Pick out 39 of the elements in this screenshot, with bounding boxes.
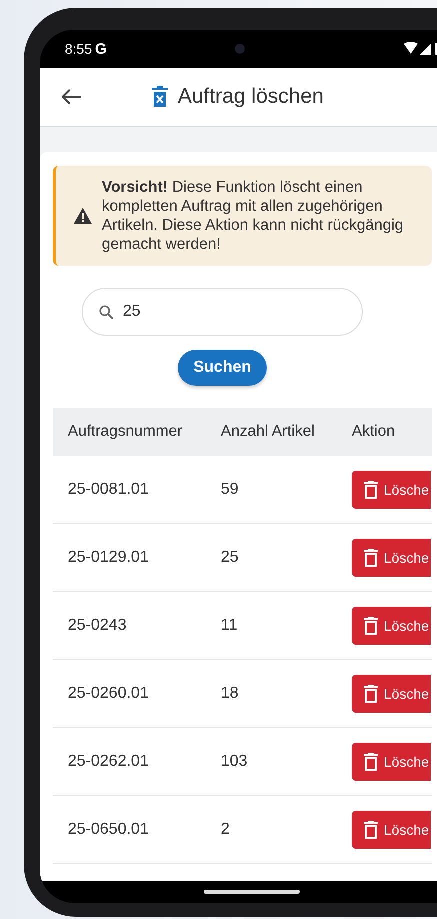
table-cell: 25-0260.01: [53, 660, 206, 728]
table-cell: 25-0081.01: [53, 456, 206, 524]
trash-icon: [364, 616, 378, 634]
camera-icon: [235, 44, 245, 54]
delete-button[interactable]: Lösche: [352, 674, 432, 712]
trash-icon: [364, 548, 378, 566]
table-cell: 18: [206, 660, 337, 728]
status-icons: [404, 42, 437, 56]
trash-icon: [364, 480, 378, 498]
table-cell: 11: [206, 592, 337, 660]
delete-button[interactable]: Lösche: [352, 742, 432, 780]
warning-text: Vorsicht! Diese Funktion löscht einen kompletten Auftrag mit allen zugehörigen Artikeln. Diese Aktion kann nicht rückgängig gemacht werden!: [102, 178, 405, 254]
search-icon: [99, 305, 114, 320]
table-cell: 25: [206, 524, 337, 592]
trash-icon: [364, 684, 378, 702]
table-cell: 25-0262.01: [53, 728, 206, 796]
back-icon[interactable]: [62, 89, 82, 105]
column-header: Anzahl Artikel: [206, 408, 337, 456]
column-header: Aktion: [337, 408, 432, 456]
column-header: Auftragsnummer: [53, 408, 206, 456]
trash-icon: [364, 752, 378, 770]
page-title: Auftrag löschen: [178, 85, 324, 109]
delete-button[interactable]: Lösche: [352, 810, 432, 848]
table-cell: 2: [206, 796, 337, 864]
table-cell: 59: [206, 456, 337, 524]
status-letter: G: [95, 40, 107, 58]
table-cell: 25-0129.01: [53, 524, 206, 592]
search-field[interactable]: 25: [82, 288, 363, 336]
table-cell: 25-0650.01: [53, 796, 206, 864]
delete-button[interactable]: Lösche: [352, 606, 432, 644]
trash-icon: [364, 820, 378, 838]
delete-button[interactable]: Lösche: [352, 470, 432, 508]
status-time: 8:55: [65, 41, 92, 57]
trash-icon: [152, 86, 168, 108]
warning-icon: [74, 208, 92, 224]
table-cell: 25-0243: [53, 592, 206, 660]
table-cell: 103: [206, 728, 337, 796]
search-button[interactable]: Suchen: [178, 350, 268, 386]
delete-button[interactable]: Lösche: [352, 538, 432, 576]
